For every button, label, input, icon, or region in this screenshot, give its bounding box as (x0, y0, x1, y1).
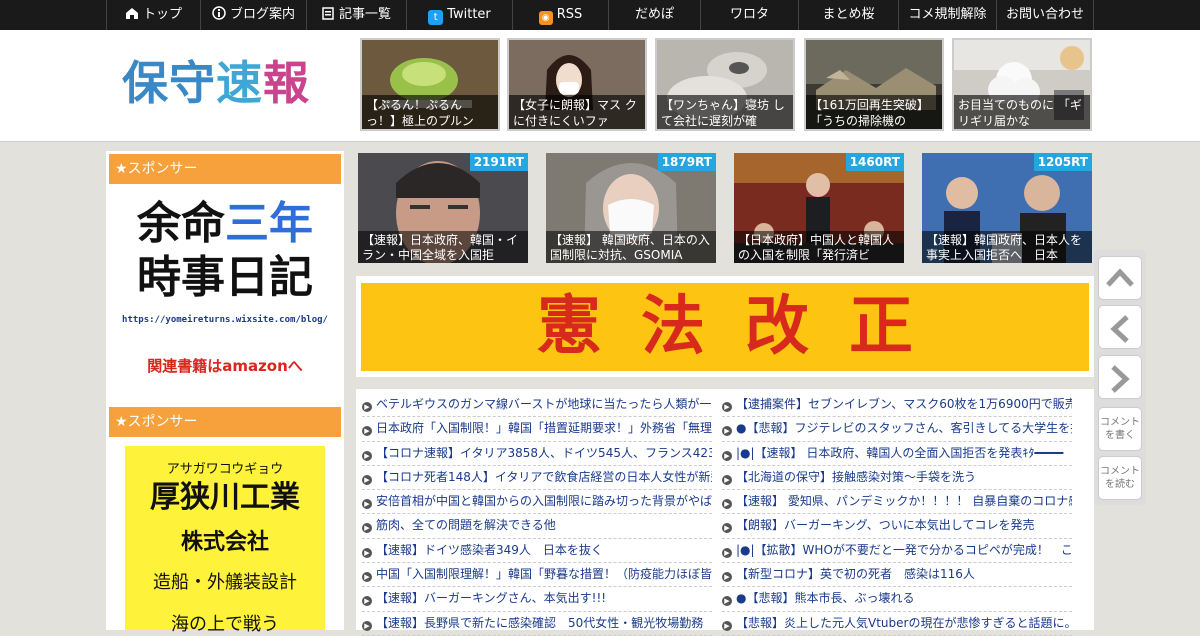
nav-damepo[interactable]: だめぽ (608, 0, 700, 30)
play-bullet-icon: ▶ (722, 523, 732, 534)
sponsor-heading: ★スポンサー (109, 407, 341, 437)
play-bullet-icon: ▶ (722, 426, 732, 437)
list-item[interactable]: ▶ ベテルギウスのガンマ線バーストが地球に当たったら人類が一 (362, 393, 712, 418)
play-bullet-icon: ▶ (362, 402, 372, 412)
list-item[interactable]: ▶ 【新型コロナ】英で初の死者 感染は116人 (722, 563, 1072, 588)
play-bullet-icon: ▶ (722, 499, 732, 510)
comment-write-button[interactable]: コメントを書く (1098, 407, 1142, 451)
list-item[interactable]: ▶ 【速報】ドイツ感染者349人 日本を抜く (362, 539, 712, 564)
nav-rss[interactable]: ◉ RSS (512, 0, 608, 30)
list-item[interactable]: ▶ 【コロナ速報】イタリア3858人、ドイツ545人、フランス423人 (362, 442, 712, 466)
feature-card-3[interactable]: 1460RT 【日本政府】中国人と韓国人の入国を制限「発行済ビ (734, 153, 904, 263)
site-header: 保守速報 【ぷるん！ぷるん っ！】極上のプルン 【女子に朗報】マス クに付きにく… (0, 30, 1200, 142)
nav-contact[interactable]: お問い合わせ (996, 0, 1094, 30)
ad-url: https://yomeireturns.wixsite.com/blog/ (122, 315, 328, 325)
play-bullet-icon: ▶ (362, 620, 372, 631)
list-item[interactable]: ▶ 中国「入国制限理解！」韓国「野暮な措置！（防疫能力ほぼ皆 (362, 563, 712, 588)
list-item[interactable]: ▶ 【悲報】炎上した元人気Vtuberの現在が悲惨すぎると話題に。 (722, 612, 1072, 636)
play-bullet-icon: ▶ (722, 572, 732, 583)
feature-card-1[interactable]: 2191RT 【速報】日本政府、韓国・イラン・中国全域を入国拒 (358, 153, 528, 263)
chevron-up-icon (1106, 268, 1134, 287)
feature-card-4[interactable]: 1205RT 【速報】韓国政府、日本人を事実上入国拒否へ 日本 (922, 153, 1092, 263)
ad-asagawa-kogyo[interactable]: アサガワコウギョウ 厚狭川工業 株式会社 造船・外艤装設計 海の上で戦う (125, 446, 325, 635)
nav-home[interactable]: トップ (106, 0, 200, 30)
play-bullet-icon: ▶ (362, 547, 372, 558)
list-item[interactable]: ▶ 【朗報】バーガーキング、ついに本気出してコレを発売 (722, 514, 1072, 539)
play-bullet-icon: ▶ (722, 450, 732, 461)
nav-twitter[interactable]: t Twitter (406, 0, 512, 30)
nav-warota[interactable]: ワロタ (700, 0, 798, 30)
header-thumb-5[interactable]: お目当てのものに 「ギリギリ届かな (952, 38, 1092, 131)
home-icon (125, 2, 139, 30)
sidebar: ★スポンサー 余命三年 時事日記 https://yomeireturns.wi… (106, 151, 344, 635)
list-item[interactable]: ▶ 【コロナ死者148人】イタリアで飲食店経営の日本人女性が新型 (362, 466, 712, 491)
rt-badge: 1460RT (845, 153, 904, 171)
list-item[interactable]: ▶ |●|【拡散】WHOが不要だと一発で分かるコピペが完成！ これ (722, 539, 1072, 564)
list-item[interactable]: ▶ |●|【速報】 日本政府、韓国人の全面入国拒否を発表ｷﾀ━━━━ (722, 442, 1072, 466)
play-bullet-icon: ▶ (362, 426, 372, 437)
header-thumb-3[interactable]: 【ワンちゃん】寝坊 して会社に遅刻が確 (655, 38, 795, 131)
play-bullet-icon: ▶ (362, 450, 372, 461)
play-bullet-icon: ▶ (722, 620, 732, 631)
list-item[interactable]: ▶ ●【悲報】熊本市長、ぶっ壊れる (722, 587, 1072, 612)
nav-matome-sakura[interactable]: まとめ桜 (798, 0, 898, 30)
play-bullet-icon: ▶ (362, 572, 372, 583)
list-icon (322, 2, 335, 30)
nav-article-list[interactable]: 記事一覧 (306, 0, 406, 30)
nav-blog-info[interactable]: ブログ案内 (200, 0, 306, 30)
nav-comment-unblock[interactable]: コメ規制解除 (898, 0, 996, 30)
header-thumb-1[interactable]: 【ぷるん！ぷるん っ！】極上のプルン (360, 38, 500, 131)
play-bullet-icon: ▶ (722, 402, 732, 412)
rt-badge: 1879RT (657, 153, 716, 171)
play-bullet-icon: ▶ (722, 547, 732, 558)
sponsor-heading: ★スポンサー (109, 154, 341, 184)
comment-read-button[interactable]: コメントを読む (1098, 456, 1142, 500)
info-icon (212, 2, 226, 30)
rss-icon: ◉ (538, 11, 553, 25)
list-item[interactable]: ▶ 【北海道の保守】接触感染対策～手袋を洗う (722, 466, 1072, 491)
chevron-left-icon (1110, 315, 1129, 343)
play-bullet-icon: ▶ (362, 596, 372, 607)
list-item[interactable]: ▶ 筋肉、全ての問題を解決できる他 (362, 514, 712, 539)
constitution-banner[interactable]: 憲法改正 (361, 283, 1089, 371)
list-item[interactable]: ▶ ●【悲報】フジテレビのスタッフさん、客引きしてる大学生を撮 (722, 417, 1072, 442)
play-bullet-icon: ▶ (362, 523, 372, 534)
site-logo[interactable]: 保守速報 (122, 53, 310, 113)
top-navigation: トップ ブログ案内 記事一覧 t Twitter ◉ RSS だめぽ ワロタ まとめ… (0, 0, 1200, 30)
list-item[interactable]: ▶ 【逮捕案件】セブンイレブン、マスク60枚を1万6900円で販売し (722, 393, 1072, 418)
next-page-button[interactable] (1098, 355, 1142, 399)
list-item[interactable]: ▶ 【速報】バーガーキングさん、本気出す!!! (362, 587, 712, 612)
play-bullet-icon: ▶ (722, 474, 732, 485)
list-item[interactable]: ▶ 日本政府「入国制限！」韓国「措置延期要求！」外務省「無理 (362, 417, 712, 442)
amazon-link[interactable]: 関連書籍はamazonへ (109, 355, 341, 376)
link-column-left: ▶ ベテルギウスのガンマ線バーストが地球に当たったら人類が一 ▶ 日本政府「入国制限！… (362, 393, 712, 636)
prev-page-button[interactable] (1098, 305, 1142, 349)
rt-badge: 2191RT (469, 153, 528, 171)
link-column-right: ▶ 【逮捕案件】セブンイレブン、マスク60枚を1万6900円で販売し ▶ ●【悲報】フ… (722, 393, 1072, 636)
antenna-link-list: ▶ ベテルギウスのガンマ線バーストが地球に当たったら人類が一 ▶ 日本政府「入国制限！… (356, 389, 1094, 636)
scroll-top-button[interactable] (1098, 256, 1142, 300)
play-bullet-icon: ▶ (362, 499, 372, 510)
header-thumb-4[interactable]: 【161万回再生突破】 「うちの掃除機の (804, 38, 944, 131)
header-thumb-2[interactable]: 【女子に朗報】マス クに付きにくいファ (507, 38, 647, 131)
twitter-icon: t (428, 10, 444, 25)
play-bullet-icon: ▶ (722, 596, 732, 607)
list-item[interactable]: ▶ 【速報】長野県で新たに感染確認 50代女性・観光牧場勤務 (362, 612, 712, 636)
banner-container: 憲法改正 (356, 276, 1094, 377)
list-item[interactable]: ▶ 【速報】 愛知県、パンデミックか！！！！ 自暴自棄のコロナ感 (722, 490, 1072, 515)
chevron-right-icon (1111, 365, 1130, 393)
ad-yomei-sannen[interactable]: 余命三年 時事日記 https://yomeireturns.wixsite.c… (109, 187, 341, 383)
list-item[interactable]: ▶ 安倍首相が中国と韓国からの入国制限に踏み切った背景がやば (362, 490, 712, 515)
rt-badge: 1205RT (1033, 153, 1092, 171)
feature-card-2[interactable]: 1879RT 【速報】 韓国政府、日本の入国制限に対抗、GSOMIA (546, 153, 716, 263)
play-bullet-icon: ▶ (362, 474, 372, 485)
